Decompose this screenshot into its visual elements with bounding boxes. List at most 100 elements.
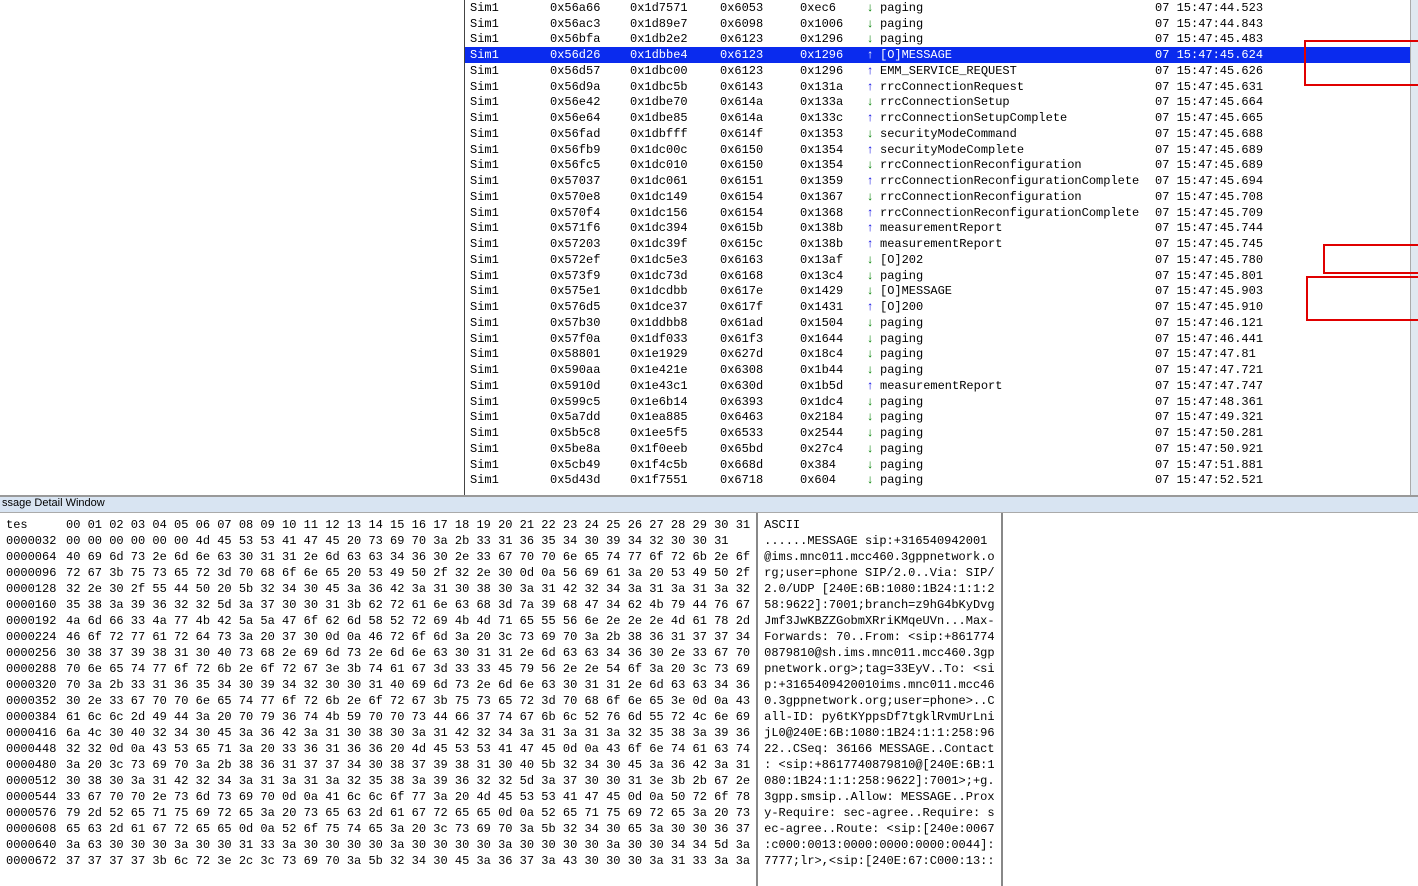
cell-v4: 0x1431 [800,300,860,314]
table-row[interactable]: Sim10x5b5c80x1ee5f50x65330x2544↓paging07… [465,425,1418,441]
cell-v3: 0x6163 [720,253,800,267]
table-row[interactable]: Sim10x56d570x1dbc000x61230x1296↑EMM_SERV… [465,63,1418,79]
table-row[interactable]: Sim10x5cb490x1f4c5b0x668d0x384↓paging07 … [465,457,1418,473]
cell-v4: 0x1644 [800,332,860,346]
table-row[interactable]: Sim10x573f90x1dc73d0x61680x13c4↓paging07… [465,268,1418,284]
arrow-down-icon: ↓ [866,347,873,361]
cell-sim: Sim1 [470,111,550,125]
cell-v1: 0x5cb49 [550,458,630,472]
table-row[interactable]: Sim10x5a7dd0x1ea8850x64630x2184↓paging07… [465,410,1418,426]
cell-sim: Sim1 [470,347,550,361]
cell-sim: Sim1 [470,174,550,188]
cell-v3: 0x614a [720,111,800,125]
cell-v1: 0x5b5c8 [550,426,630,440]
cell-msg: EMM_SERVICE_REQUEST [880,64,1155,78]
cell-v4: 0x1359 [800,174,860,188]
cell-v4: 0x2184 [800,410,860,424]
arrow-up-icon: ↑ [866,143,873,157]
cell-sim: Sim1 [470,300,550,314]
cell-v1: 0x570e8 [550,190,630,204]
cell-time: 07 15:47:52.521 [1155,473,1315,487]
cell-msg: paging [880,442,1155,456]
arrow-up-icon: ↑ [866,48,873,62]
cell-v4: 0x1006 [800,17,860,31]
cell-v1: 0x56e64 [550,111,630,125]
cell-msg: [O]200 [880,300,1155,314]
table-row[interactable]: Sim10x576d50x1dce370x617f0x1431↑[O]20007… [465,299,1418,315]
cell-msg: measurementReport [880,379,1155,393]
cell-v2: 0x1e421e [630,363,720,377]
table-row[interactable]: Sim10x572030x1dc39f0x615c0x138b↑measurem… [465,236,1418,252]
cell-v3: 0x6463 [720,410,800,424]
table-row[interactable]: Sim10x5910d0x1e43c10x630d0x1b5d↑measurem… [465,378,1418,394]
cell-time: 07 15:47:45.708 [1155,190,1315,204]
cell-v2: 0x1dc5e3 [630,253,720,267]
cell-v1: 0x58801 [550,347,630,361]
table-row[interactable]: Sim10x570370x1dc0610x61510x1359↑rrcConne… [465,173,1418,189]
table-row[interactable]: Sim10x571f60x1dc3940x615b0x138b↑measurem… [465,221,1418,237]
cell-sim: Sim1 [470,158,550,172]
cell-v1: 0x590aa [550,363,630,377]
table-row[interactable]: Sim10x56e640x1dbe850x614a0x133c↑rrcConne… [465,110,1418,126]
cell-v2: 0x1dc149 [630,190,720,204]
table-row[interactable]: Sim10x5be8a0x1f0eeb0x65bd0x27c4↓paging07… [465,441,1418,457]
table-row[interactable]: Sim10x56bfa0x1db2e20x61230x1296↓paging07… [465,32,1418,48]
left-tree-panel [0,0,465,495]
detail-window-title: ssage Detail Window [0,497,1418,513]
table-row[interactable]: Sim10x575e10x1dcdbb0x617e0x1429↓[O]MESSA… [465,284,1418,300]
table-row[interactable]: Sim10x57b300x1ddbb80x61ad0x1504↓paging07… [465,315,1418,331]
table-row[interactable]: Sim10x56d260x1dbbe40x61230x1296↑[O]MESSA… [465,47,1418,63]
cell-v2: 0x1dc73d [630,269,720,283]
cell-time: 07 15:47:48.361 [1155,395,1315,409]
table-row[interactable]: Sim10x56a660x1d75710x60530xec6↓paging07 … [465,0,1418,16]
cell-time: 07 15:47:45.780 [1155,253,1315,267]
table-row[interactable]: Sim10x56e420x1dbe700x614a0x133a↓rrcConne… [465,95,1418,111]
cell-v2: 0x1e6b14 [630,395,720,409]
arrow-down-icon: ↓ [866,32,873,46]
cell-time: 07 15:47:45.745 [1155,237,1315,251]
cell-v1: 0x56a66 [550,1,630,15]
table-row[interactable]: Sim10x56d9a0x1dbc5b0x61430x131a↑rrcConne… [465,79,1418,95]
cell-sim: Sim1 [470,32,550,46]
table-row[interactable]: Sim10x56fad0x1dbfff0x614f0x1353↓security… [465,126,1418,142]
arrow-down-icon: ↓ [866,190,873,204]
cell-msg: rrcConnectionReconfigurationComplete [880,174,1155,188]
cell-v2: 0x1dc156 [630,206,720,220]
arrow-down-icon: ↓ [866,127,873,141]
cell-v4: 0x138b [800,221,860,235]
cell-v3: 0x6168 [720,269,800,283]
cell-v2: 0x1dbbe4 [630,48,720,62]
cell-msg: securityModeCommand [880,127,1155,141]
cell-v4: 0x1353 [800,127,860,141]
table-row[interactable]: Sim10x570e80x1dc1490x61540x1367↓rrcConne… [465,189,1418,205]
cell-v2: 0x1dc394 [630,221,720,235]
cell-sim: Sim1 [470,143,550,157]
table-row[interactable]: Sim10x56ac30x1d89e70x60980x1006↓paging07… [465,16,1418,32]
cell-sim: Sim1 [470,269,550,283]
cell-v3: 0x6053 [720,1,800,15]
table-row[interactable]: Sim10x570f40x1dc1560x61540x1368↑rrcConne… [465,205,1418,221]
table-row[interactable]: Sim10x5d43d0x1f75510x67180x604↓paging07 … [465,473,1418,489]
arrow-down-icon: ↓ [866,269,873,283]
cell-v3: 0x6150 [720,143,800,157]
cell-v1: 0x57037 [550,174,630,188]
cell-sim: Sim1 [470,64,550,78]
cell-v1: 0x56fb9 [550,143,630,157]
table-row[interactable]: Sim10x572ef0x1dc5e30x61630x13af↓[O]20207… [465,252,1418,268]
cell-time: 07 15:47:45.665 [1155,111,1315,125]
table-row[interactable]: Sim10x599c50x1e6b140x63930x1dc4↓paging07… [465,394,1418,410]
table-row[interactable]: Sim10x56fc50x1dc0100x61500x1354↓rrcConne… [465,158,1418,174]
table-row[interactable]: Sim10x588010x1e19290x627d0x18c4↓paging07… [465,347,1418,363]
cell-sim: Sim1 [470,206,550,220]
arrow-up-icon: ↑ [866,80,873,94]
cell-msg: paging [880,458,1155,472]
table-row[interactable]: Sim10x57f0a0x1df0330x61f30x1644↓paging07… [465,331,1418,347]
scrollbar[interactable] [1410,0,1418,495]
cell-v4: 0x1b44 [800,363,860,377]
table-row[interactable]: Sim10x56fb90x1dc00c0x61500x1354↑security… [465,142,1418,158]
table-row[interactable]: Sim10x590aa0x1e421e0x63080x1b44↓paging07… [465,362,1418,378]
arrow-up-icon: ↑ [866,174,873,188]
cell-v4: 0x13c4 [800,269,860,283]
cell-v3: 0x6098 [720,17,800,31]
message-table[interactable]: Sim10x56a660x1d75710x60530xec6↓paging07 … [465,0,1418,495]
